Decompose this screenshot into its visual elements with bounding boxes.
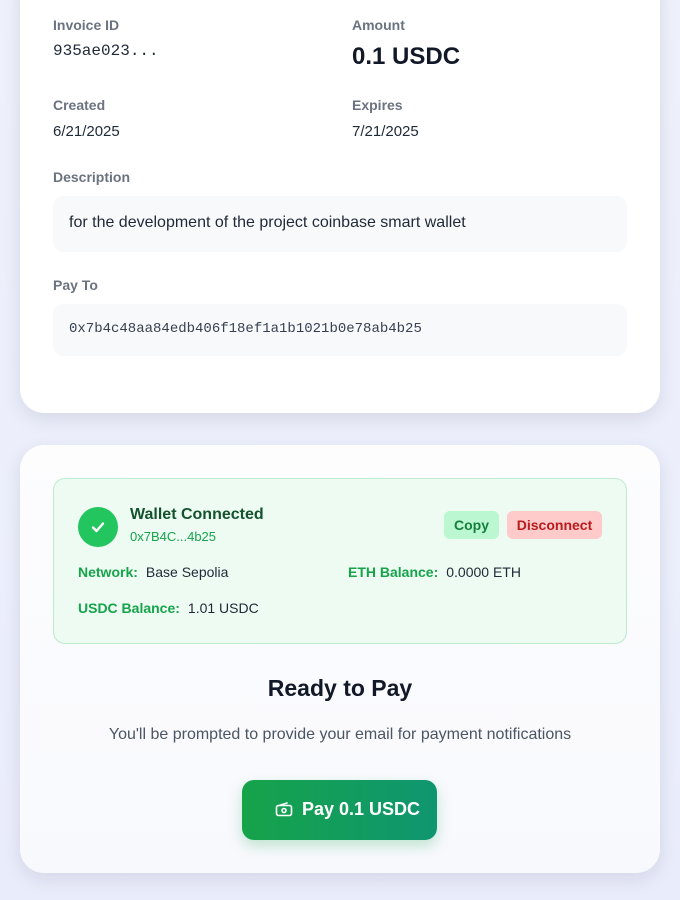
amount-value: 0.1 USDC — [352, 43, 461, 70]
invoice-details-card: Invoice ID 935ae023... Amount 0.1 USDC C… — [20, 0, 660, 413]
pay-button[interactable]: Pay 0.1 USDC — [242, 780, 437, 840]
pay-button-label: Pay 0.1 USDC — [302, 799, 421, 819]
pay-to-address: 0x7b4c48aa84edb406f18ef1a1b1021b0e78ab4b… — [69, 321, 422, 337]
description-value: for the development of the project coinb… — [69, 214, 466, 231]
usdc-balance-label: USDC Balance: — [78, 600, 180, 616]
invoice-id-value: 935ae023... — [53, 42, 159, 60]
network-value: Base Sepolia — [145, 564, 229, 580]
email-prompt-hint: You'll be prompted to provide your email… — [108, 726, 572, 743]
created-value: 6/21/2025 — [53, 123, 120, 140]
expires-label: Expires — [352, 97, 403, 113]
check-circle-icon — [78, 507, 118, 547]
wallet-status-panel: Wallet Connected 0x7B4C...4b25 Copy Disc… — [53, 478, 627, 644]
copy-address-button[interactable]: Copy — [444, 511, 499, 539]
network-row: Network: Base Sepolia — [78, 564, 228, 580]
usdc-balance-value: 1.01 USDC — [187, 600, 259, 616]
disconnect-button[interactable]: Disconnect — [507, 511, 602, 539]
ready-to-pay-title: Ready to Pay — [267, 675, 413, 701]
description-box: for the development of the project coinb… — [53, 196, 627, 252]
created-label: Created — [53, 97, 106, 113]
wallet-address: 0x7B4C...4b25 — [130, 529, 217, 544]
amount-label: Amount — [352, 17, 405, 33]
pay-to-box: 0x7b4c48aa84edb406f18ef1a1b1021b0e78ab4b… — [53, 304, 627, 356]
network-label: Network: — [78, 564, 138, 580]
wallet-status-title: Wallet Connected — [130, 506, 264, 523]
wallet-icon — [275, 802, 293, 817]
eth-balance-value: 0.0000 ETH — [446, 564, 521, 580]
eth-balance-row: ETH Balance: 0.0000 ETH — [348, 564, 521, 580]
description-label: Description — [53, 169, 131, 185]
pay-to-label: Pay To — [53, 277, 98, 293]
eth-balance-label: ETH Balance: — [348, 564, 439, 580]
expires-value: 7/21/2025 — [352, 123, 419, 140]
invoice-id-label: Invoice ID — [53, 17, 120, 33]
usdc-balance-row: USDC Balance: 1.01 USDC — [78, 600, 259, 616]
payment-card: Wallet Connected 0x7B4C...4b25 Copy Disc… — [20, 445, 660, 873]
